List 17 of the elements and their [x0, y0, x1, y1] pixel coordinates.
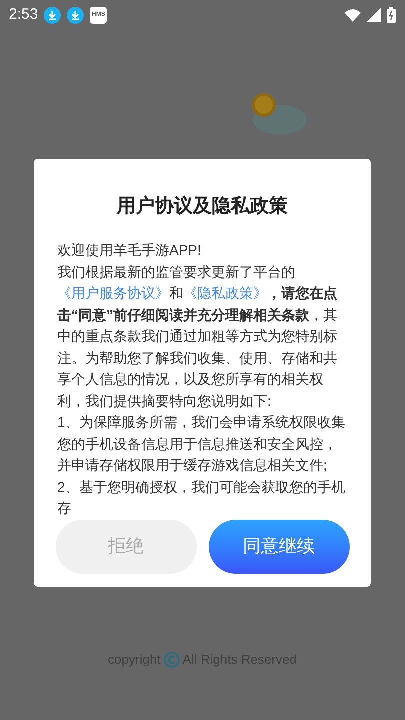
status-time: 2:53 — [9, 4, 38, 25]
agreement-paragraph: 1、为保障服务所需，我们会申请系统权限收集您的手机设备信息用于信息推送和安全风控，并申请存储权限用于缓存游戏信息相关文件; — [58, 413, 346, 475]
dialog-title: 用户协议及隐私政策 — [117, 194, 288, 219]
agree-button[interactable]: 同意继续 — [208, 520, 350, 574]
decline-button[interactable]: 拒绝 — [56, 520, 196, 574]
wifi-icon — [345, 8, 361, 22]
download-icon — [44, 6, 62, 24]
agreement-paragraph: 我们根据最新的监管要求更新了平台的 《用户服务协议》和《隐私政策》，请您在点击“同意”前仔细阅读并充分理解相关条款，其中的重点条款我们通过加粗等方式为您特别标注。为帮助您了解我们收集、使用、存储和共享个人信息的情况，以及您所享有的相关权利，我们提供摘要特向您说明如下: — [58, 262, 338, 410]
signal-icon — [367, 8, 381, 22]
battery-icon — [387, 7, 396, 23]
coin-drawing — [250, 92, 310, 137]
download-icon — [67, 6, 84, 24]
policy-link[interactable]: 《用户服务协议》 — [58, 285, 170, 301]
policy-link[interactable]: 《隐私政策》 — [184, 285, 268, 301]
copyright-icon — [164, 652, 180, 668]
agreement-paragraph: 欢迎使用羊毛手游APP! — [58, 241, 202, 260]
agreement-paragraph: 2、基于您明确授权，我们可能会获取您的手机存 — [58, 478, 346, 518]
